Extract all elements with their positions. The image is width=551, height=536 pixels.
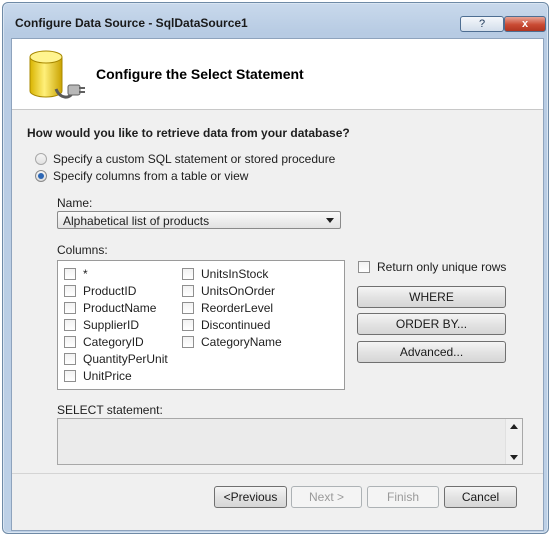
column-label: UnitsInStock <box>201 267 269 281</box>
vertical-scrollbar[interactable] <box>505 419 522 464</box>
column-item-reorderlevel[interactable]: ReorderLevel <box>182 301 273 315</box>
advanced-button[interactable]: Advanced... <box>357 341 506 363</box>
column-item-supplierid[interactable]: SupplierID <box>64 318 139 332</box>
column-item-discontinued[interactable]: Discontinued <box>182 318 270 332</box>
column-item-unitprice[interactable]: UnitPrice <box>64 369 132 383</box>
column-item-productid[interactable]: ProductID <box>64 284 136 298</box>
scroll-down-arrow-icon[interactable] <box>510 455 518 460</box>
checkbox[interactable] <box>64 336 76 348</box>
where-button[interactable]: WHERE <box>357 286 506 308</box>
checkbox[interactable] <box>64 319 76 331</box>
page-title: Configure the Select Statement <box>96 66 304 82</box>
select-statement-textarea[interactable] <box>57 418 523 465</box>
dialog-window: Configure Data Source - SqlDataSource1 ?… <box>2 2 549 534</box>
checkbox[interactable] <box>64 268 76 280</box>
select-statement-label: SELECT statement: <box>57 403 163 417</box>
radio-custom-sql-label: Specify a custom SQL statement or stored… <box>53 152 336 166</box>
radio-columns-from-table[interactable]: Specify columns from a table or view <box>35 169 248 183</box>
radio-custom-sql[interactable]: Specify a custom SQL statement or stored… <box>35 152 335 166</box>
column-label: SupplierID <box>83 318 140 332</box>
order-by-button[interactable]: ORDER BY... <box>357 313 506 335</box>
checkbox[interactable] <box>182 336 194 348</box>
column-label: ReorderLevel <box>201 301 274 315</box>
next-button[interactable]: Next > <box>291 486 362 508</box>
checkbox[interactable] <box>182 319 194 331</box>
column-label: UnitPrice <box>83 369 132 383</box>
checkbox[interactable] <box>182 302 194 314</box>
column-label: Discontinued <box>201 318 271 332</box>
checkbox[interactable] <box>182 285 194 297</box>
unique-rows-checkbox[interactable]: Return only unique rows <box>358 260 506 274</box>
checkbox[interactable] <box>64 370 76 382</box>
column-item-categoryname[interactable]: CategoryName <box>182 335 282 349</box>
help-button[interactable]: ? <box>460 16 504 32</box>
columns-list: * ProductID ProductName SupplierID Categ… <box>57 260 345 390</box>
radio-button-checked[interactable] <box>35 170 47 182</box>
checkbox[interactable] <box>64 353 76 365</box>
cancel-button[interactable]: Cancel <box>444 486 517 508</box>
column-item-categoryid[interactable]: CategoryID <box>64 335 144 349</box>
finish-button[interactable]: Finish <box>367 486 439 508</box>
previous-button[interactable]: <Previous <box>214 486 287 508</box>
checkbox[interactable] <box>64 285 76 297</box>
footer-divider <box>12 473 543 474</box>
column-label: ProductName <box>83 301 157 315</box>
column-label: ProductID <box>83 284 137 298</box>
column-label: CategoryID <box>83 335 144 349</box>
database-plug-icon <box>29 50 85 99</box>
dialog-client-area: Configure the Select Statement How would… <box>11 38 544 531</box>
column-label: QuantityPerUnit <box>83 352 168 366</box>
retrieve-question: How would you like to retrieve data from… <box>27 126 350 140</box>
column-item-unitsonorder[interactable]: UnitsOnOrder <box>182 284 275 298</box>
scroll-up-arrow-icon[interactable] <box>510 424 518 429</box>
columns-label: Columns: <box>57 243 108 257</box>
radio-columns-label: Specify columns from a table or view <box>53 169 249 183</box>
checkbox[interactable] <box>64 302 76 314</box>
window-title: Configure Data Source - SqlDataSource1 <box>15 16 248 30</box>
chevron-down-icon <box>326 218 334 223</box>
wizard-header: Configure the Select Statement <box>12 39 543 110</box>
column-item-star[interactable]: * <box>64 267 88 281</box>
column-item-quantityperunit[interactable]: QuantityPerUnit <box>64 352 168 366</box>
name-label: Name: <box>57 196 93 210</box>
column-item-unitsinstock[interactable]: UnitsInStock <box>182 267 268 281</box>
column-label: UnitsOnOrder <box>201 284 276 298</box>
radio-button-unchecked[interactable] <box>35 153 47 165</box>
name-dropdown-value: Alphabetical list of products <box>63 214 210 228</box>
column-label: * <box>83 267 88 281</box>
close-button[interactable]: x <box>504 16 546 32</box>
column-item-productname[interactable]: ProductName <box>64 301 156 315</box>
name-dropdown[interactable]: Alphabetical list of products <box>57 211 341 229</box>
checkbox[interactable] <box>182 268 194 280</box>
checkbox[interactable] <box>358 261 370 273</box>
column-label: CategoryName <box>201 335 282 349</box>
unique-rows-label: Return only unique rows <box>377 260 507 274</box>
